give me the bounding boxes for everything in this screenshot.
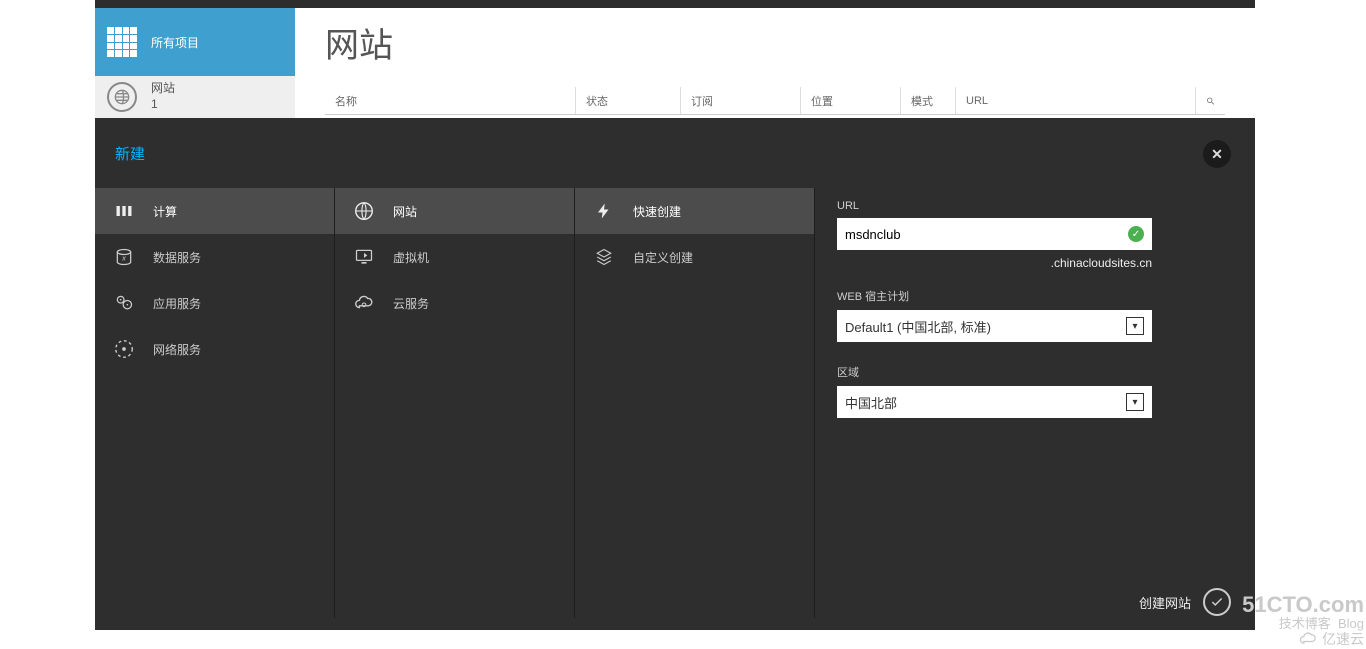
sidebar-item-all[interactable]: 所有项目 [95, 8, 295, 76]
drawer-footer: 创建网站 [1139, 588, 1231, 616]
wizard-col-3: 快速创建 自定义创建 [575, 188, 815, 618]
opt-custom-create[interactable]: 自定义创建 [575, 234, 814, 280]
wizard-col-2: 网站 虚拟机 云服务 [335, 188, 575, 618]
plan-select[interactable]: Default1 (中国北部, 标准) ▾ [837, 310, 1152, 342]
opt-label: 自定义创建 [633, 249, 693, 266]
close-button[interactable]: ✕ [1203, 140, 1231, 168]
sidebar-item-label: 网站 [151, 81, 175, 97]
plan-label: WEB 宿主计划 [837, 288, 1255, 304]
opt-label: 网站 [393, 203, 417, 220]
wizard-col-1: 计算 x 数据服务 应用服务 [95, 188, 335, 618]
opt-quick-create[interactable]: 快速创建 [575, 188, 814, 234]
form-pane: URL ✓ .chinacloudsites.cn WEB 宿主计划 Defau… [815, 188, 1255, 618]
data-icon: x [111, 244, 137, 270]
quick-icon [591, 198, 617, 224]
opt-label: 应用服务 [153, 295, 201, 312]
opt-app-services[interactable]: 应用服务 [95, 280, 334, 326]
website-icon [351, 198, 377, 224]
watermark-51cto: 51CTO.com 技术博客 Blog [1242, 593, 1364, 631]
url-suffix: .chinacloudsites.cn [837, 256, 1152, 270]
chevron-down-icon: ▾ [1126, 393, 1144, 411]
chevron-down-icon: ▾ [1126, 317, 1144, 335]
col-name[interactable]: 名称 [325, 87, 575, 114]
content-area: 网站 名称 状态 订阅 位置 模式 URL [295, 8, 1255, 118]
watermark-yisu: 亿速云 [1298, 629, 1364, 649]
submit-button[interactable] [1203, 588, 1231, 616]
opt-compute[interactable]: 计算 [95, 188, 334, 234]
network-icon [111, 336, 137, 362]
region-label: 区域 [837, 364, 1255, 380]
col-mode[interactable]: 模式 [900, 87, 955, 114]
left-sidebar: 所有项目 网站 1 [95, 8, 295, 118]
url-input-wrap: ✓ [837, 218, 1152, 250]
compute-icon [111, 198, 137, 224]
opt-label: 快速创建 [633, 203, 681, 220]
opt-label: 云服务 [393, 295, 429, 312]
region-value: 中国北部 [845, 393, 897, 412]
opt-website[interactable]: 网站 [335, 188, 574, 234]
grid-icon [107, 27, 137, 57]
sidebar-item-label: 所有项目 [151, 34, 199, 51]
col-state[interactable]: 状态 [575, 87, 680, 114]
check-icon [1210, 595, 1224, 609]
col-url[interactable]: URL [955, 87, 1195, 114]
opt-label: 网络服务 [153, 341, 201, 358]
opt-network-services[interactable]: 网络服务 [95, 326, 334, 372]
vm-icon [351, 244, 377, 270]
opt-cloud-service[interactable]: 云服务 [335, 280, 574, 326]
website-icon [107, 82, 137, 112]
search-icon [1206, 94, 1215, 108]
custom-icon [591, 244, 617, 270]
page-title: 网站 [325, 18, 1225, 67]
opt-vm[interactable]: 虚拟机 [335, 234, 574, 280]
col-location[interactable]: 位置 [800, 87, 900, 114]
col-subscription[interactable]: 订阅 [680, 87, 800, 114]
opt-label: 计算 [153, 203, 177, 220]
new-drawer: 新建 ✕ 计算 x 数据服务 [95, 118, 1255, 630]
sidebar-item-websites[interactable]: 网站 1 [95, 76, 295, 118]
valid-icon: ✓ [1128, 226, 1144, 242]
region-select[interactable]: 中国北部 ▾ [837, 386, 1152, 418]
sidebar-item-count: 1 [151, 97, 175, 113]
opt-label: 虚拟机 [393, 249, 429, 266]
top-bar [95, 0, 1255, 8]
drawer-title: 新建 [115, 143, 145, 164]
opt-label: 数据服务 [153, 249, 201, 266]
close-icon: ✕ [1211, 146, 1223, 163]
url-label: URL [837, 200, 1255, 212]
opt-data-services[interactable]: x 数据服务 [95, 234, 334, 280]
table-header: 名称 状态 订阅 位置 模式 URL [325, 87, 1225, 115]
url-input[interactable] [845, 218, 1128, 250]
search-button[interactable] [1195, 87, 1225, 114]
submit-label: 创建网站 [1139, 593, 1191, 612]
cloud-icon [351, 290, 377, 316]
app-icon [111, 290, 137, 316]
svg-text:x: x [121, 253, 126, 262]
plan-value: Default1 (中国北部, 标准) [845, 317, 991, 336]
